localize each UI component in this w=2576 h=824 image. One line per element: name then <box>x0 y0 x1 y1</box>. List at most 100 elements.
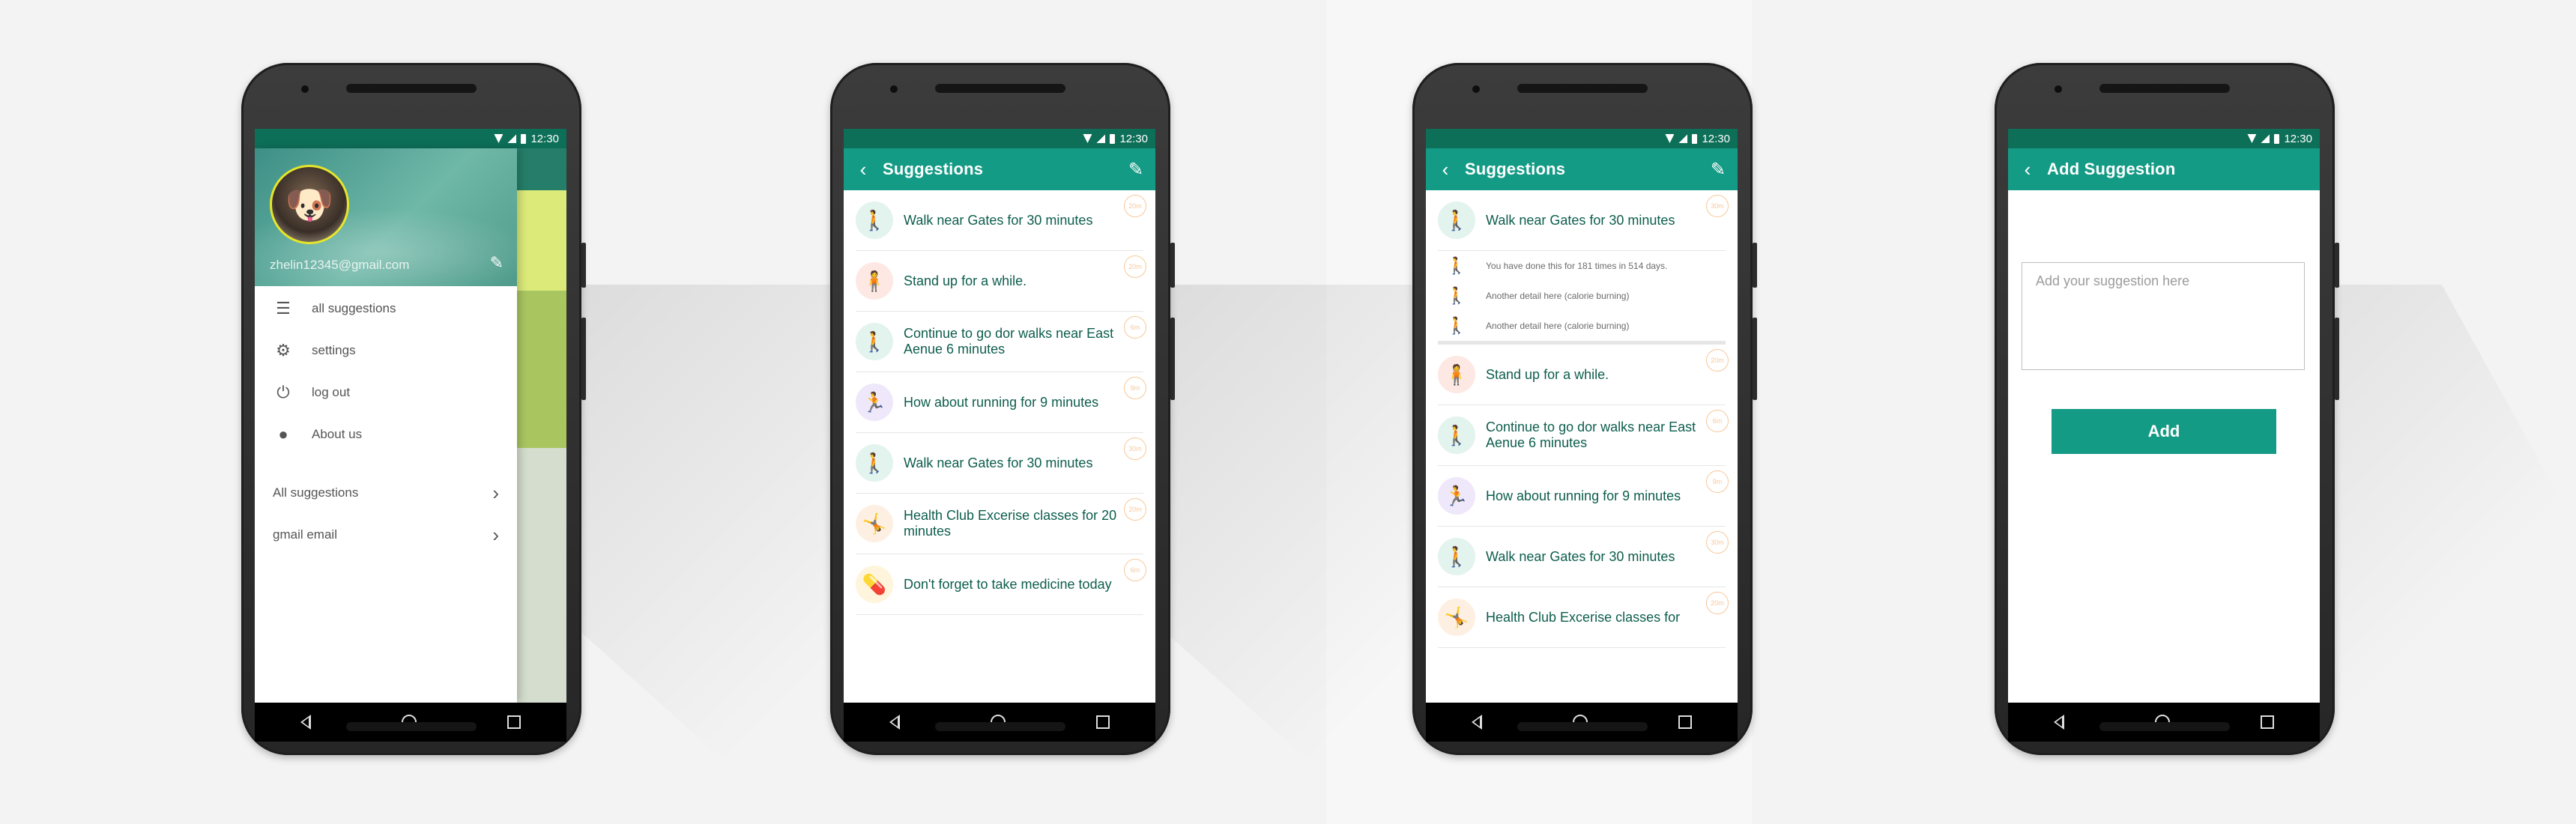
back-nav-icon[interactable] <box>1471 715 1482 730</box>
status-bar: 12:30 <box>1426 129 1738 148</box>
navigation-drawer: 🐶 zhelin12345@gmail.com ✎ ☰ all suggesti… <box>255 148 517 703</box>
recents-nav-icon[interactable] <box>507 715 521 729</box>
back-arrow-icon[interactable]: ‹ <box>2008 158 2047 181</box>
drawer-secondary-menu: All suggestions › gmail email › <box>255 472 517 556</box>
list-item[interactable]: 🚶 Continue to go dor walks near East Aen… <box>1438 405 1729 466</box>
standing-icon: 🧍 <box>856 262 893 300</box>
walking-icon: 🚶 <box>1446 286 1467 305</box>
detail-row: 🚶 Another detail here (calorie burning) <box>1438 311 1726 341</box>
suggestion-text: Walk near Gates for 30 minutes <box>1486 212 1675 228</box>
suggestion-text: How about running for 9 minutes <box>904 394 1099 410</box>
chevron-right-icon: › <box>492 481 499 504</box>
walking-icon: 🚶 <box>1446 256 1467 275</box>
screen: 12:30 ‹ Add Suggestion Add your suggesti… <box>2008 129 2320 742</box>
duration-badge: 20m <box>1124 498 1146 521</box>
menu-item-all-suggestions[interactable]: ☰ all suggestions <box>255 288 517 330</box>
list-icon: ☰ <box>276 299 291 318</box>
list-item[interactable]: 💊 Don't forget to take medicine today 6m <box>856 554 1146 615</box>
running-icon: 🏃 <box>1438 477 1475 515</box>
speaker-bottom <box>346 722 477 731</box>
menu-item-log-out[interactable]: ⏻ log out <box>255 372 517 413</box>
list-item[interactable]: 🏃 How about running for 9 minutes 9m <box>856 372 1146 433</box>
list-item-expanded[interactable]: 🚶 Walk near Gates for 30 minutes 30m <box>1438 190 1729 251</box>
exercise-icon: 🤸 <box>856 505 893 542</box>
app-bar: ‹ Suggestions ✎ <box>844 148 1155 190</box>
signal-icon <box>507 134 517 143</box>
running-icon: 🏃 <box>856 384 893 421</box>
user-email: zhelin12345@gmail.com <box>270 258 410 272</box>
status-time: 12:30 <box>530 132 559 145</box>
recents-nav-icon[interactable] <box>2261 715 2275 729</box>
signal-icon <box>2261 134 2270 143</box>
phone-suggestions-expanded: 12:30 ‹ Suggestions ✎ 🚶 Walk near Gates … <box>1412 63 1757 755</box>
add-button[interactable]: Add <box>2052 409 2276 454</box>
walking-icon: 🚶 <box>1438 538 1475 575</box>
speaker-bottom <box>1517 722 1648 731</box>
back-nav-icon[interactable] <box>2053 715 2064 730</box>
suggestion-text: Walk near Gates for 30 minutes <box>1486 548 1675 564</box>
page-title: Suggestions <box>1465 160 1566 178</box>
list-item[interactable]: 🚶 Walk near Gates for 30 minutes 30m <box>856 433 1146 494</box>
camera-icon <box>1472 85 1480 93</box>
suggestion-text: Stand up for a while. <box>904 273 1027 288</box>
suggestion-input-placeholder: Add your suggestion here <box>2036 273 2190 288</box>
menu-item-about-us[interactable]: ● About us <box>255 413 517 455</box>
back-nav-icon[interactable] <box>889 715 900 730</box>
wifi-icon <box>2247 134 2257 143</box>
recents-nav-icon[interactable] <box>1096 715 1110 729</box>
status-bar: 12:30 <box>844 129 1155 148</box>
menu-item-gmail-email[interactable]: gmail email › <box>255 514 517 556</box>
suggestion-text: Walk near Gates for 30 minutes <box>904 455 1093 470</box>
list-item[interactable]: 🏃 How about running for 9 minutes 9m <box>1438 466 1729 527</box>
edit-icon[interactable]: ✎ <box>1116 159 1155 181</box>
suggestion-input[interactable]: Add your suggestion here <box>2022 262 2305 370</box>
medicine-icon: 💊 <box>856 566 893 603</box>
power-button <box>1753 243 1757 288</box>
recents-nav-icon[interactable] <box>1678 715 1693 729</box>
menu-item-all-suggestions-link[interactable]: All suggestions › <box>255 472 517 514</box>
volume-button <box>2335 318 2339 400</box>
list-item[interactable]: 🚶 Walk near Gates for 30 minutes 30m <box>1438 527 1729 587</box>
duration-badge: 20m <box>1706 349 1729 372</box>
menu-item-settings[interactable]: ⚙ settings <box>255 330 517 372</box>
back-arrow-icon[interactable]: ‹ <box>1426 158 1465 181</box>
duration-badge: 6m <box>1124 316 1146 339</box>
phone-drawer: 12:30 🐶 zhelin12345@gmail.com ✎ ☰ all su… <box>241 63 586 755</box>
signal-icon <box>1678 134 1688 143</box>
suggestion-text: Continue to go dor walks near East Aenue… <box>1486 419 1696 450</box>
list-item[interactable]: 🤸 Health Club Excerise classes for 20 mi… <box>856 494 1146 554</box>
info-icon: ● <box>278 425 288 443</box>
list-item[interactable]: 🧍 Stand up for a while. 20m <box>1438 345 1729 405</box>
list-item[interactable]: 🚶 Continue to go dor walks near East Aen… <box>856 312 1146 372</box>
menu-item-label: About us <box>312 427 363 441</box>
walking-icon: 🚶 <box>1438 202 1475 239</box>
walking-icon: 🚶 <box>856 323 893 360</box>
battery-icon <box>521 133 527 144</box>
back-nav-icon[interactable] <box>300 715 311 730</box>
edit-icon[interactable]: ✎ <box>1699 159 1738 181</box>
screen: 12:30 ‹ Suggestions ✎ 🚶 Walk near Gates … <box>1426 129 1738 742</box>
detail-text: Another detail here (calorie burning) <box>1486 291 1630 301</box>
back-arrow-icon[interactable]: ‹ <box>844 158 883 181</box>
detail-row: 🚶 Another detail here (calorie burning) <box>1438 281 1726 311</box>
duration-badge: 9m <box>1706 470 1729 493</box>
suggestion-text: Walk near Gates for 30 minutes <box>904 212 1093 228</box>
power-button <box>581 243 586 288</box>
menu-item-label: gmail email <box>273 527 337 542</box>
walking-icon: 🚶 <box>856 202 893 239</box>
signal-icon <box>1096 134 1106 143</box>
duration-badge: 30m <box>1706 195 1729 217</box>
suggestion-text: Health Club Excerise classes for 20 minu… <box>904 508 1117 539</box>
page-title: Add Suggestion <box>2047 160 2176 178</box>
avatar[interactable]: 🐶 <box>270 165 349 244</box>
suggestion-text: Continue to go dor walks near East Aenue… <box>904 326 1114 357</box>
menu-item-label: all suggestions <box>312 301 396 315</box>
screen: 12:30 ‹ Suggestions ✎ 🚶 Walk near Gates … <box>844 129 1155 742</box>
list-item[interactable]: 🧍 Stand up for a while. 20m <box>856 251 1146 312</box>
wifi-icon <box>1665 134 1675 143</box>
duration-badge: 20m <box>1124 195 1146 217</box>
list-item[interactable]: 🚶 Walk near Gates for 30 minutes 20m <box>856 190 1146 251</box>
status-time: 12:30 <box>2284 132 2312 145</box>
edit-icon[interactable]: ✎ <box>490 253 504 273</box>
list-item[interactable]: 🤸 Health Club Excerise classes for 20m <box>1438 587 1729 648</box>
